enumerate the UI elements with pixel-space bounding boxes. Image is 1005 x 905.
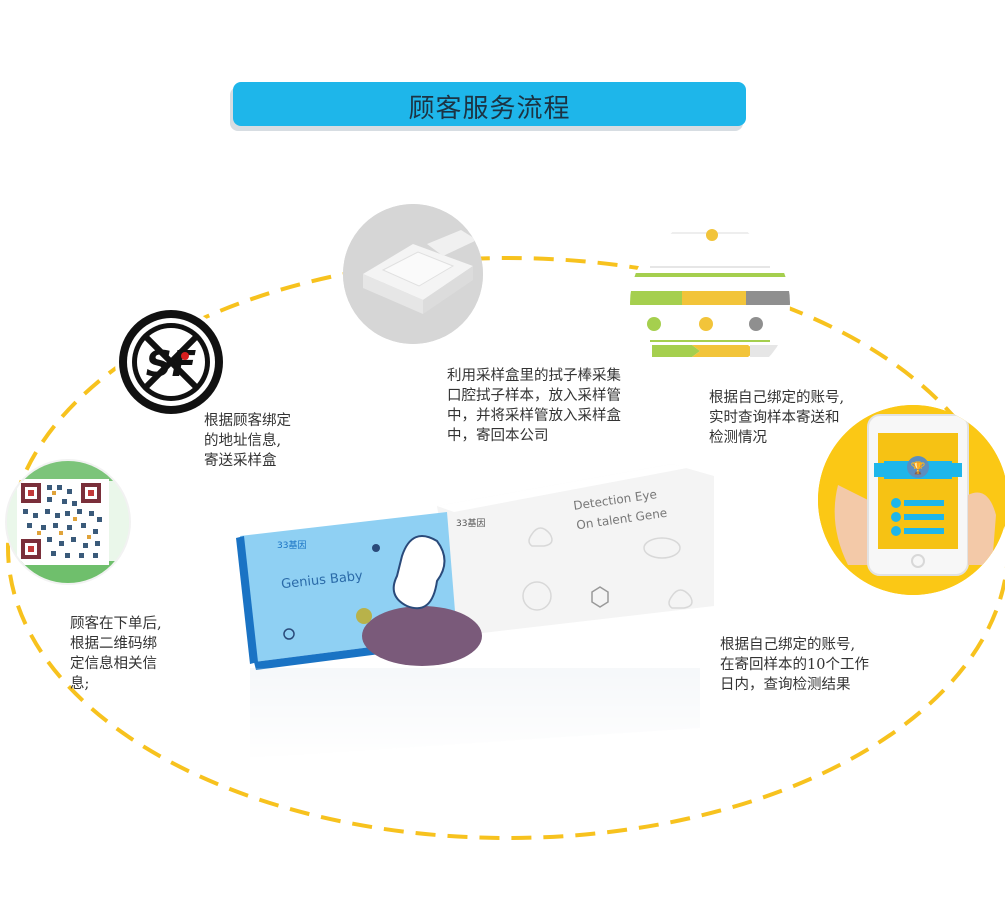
product-brand-right: 33基因 [456, 519, 486, 529]
title-banner: 顾客服务流程 [233, 82, 746, 126]
page-title: 顾客服务流程 [408, 94, 571, 124]
svg-text:🏆: 🏆 [911, 461, 926, 475]
progress-steps-icon [630, 223, 790, 383]
step-track-description: 根据自己绑定的账号, 实时查询样本寄送和 检测情况 [709, 390, 845, 446]
svg-text:SF: SF [146, 344, 197, 385]
service-flow-graphic: 顾客服务流程 顾客在下单后, 根据二维码绑 定信息相关信 息; SF 根据顾客绑… [0, 0, 1005, 905]
phone-results-icon: 🏆 [818, 405, 1005, 595]
step-result-description: 根据自己绑定的账号, 在寄回样本的10个工作 日内，查询检测结果 [720, 637, 869, 693]
sample-box-icon [343, 204, 483, 344]
product-brand-left: 33基因 [277, 541, 307, 551]
step-order-description: 顾客在下单后, 根据二维码绑 定信息相关信 息; [70, 616, 162, 692]
step-sample-description: 利用采样盒里的拭子棒采集 口腔拭子样本，放入采样管 中，并将采样管放入采样盒 中… [447, 368, 621, 444]
qr-code-icon [5, 459, 131, 585]
product-reflection [250, 668, 700, 758]
sf-express-logo: SF [115, 306, 227, 418]
